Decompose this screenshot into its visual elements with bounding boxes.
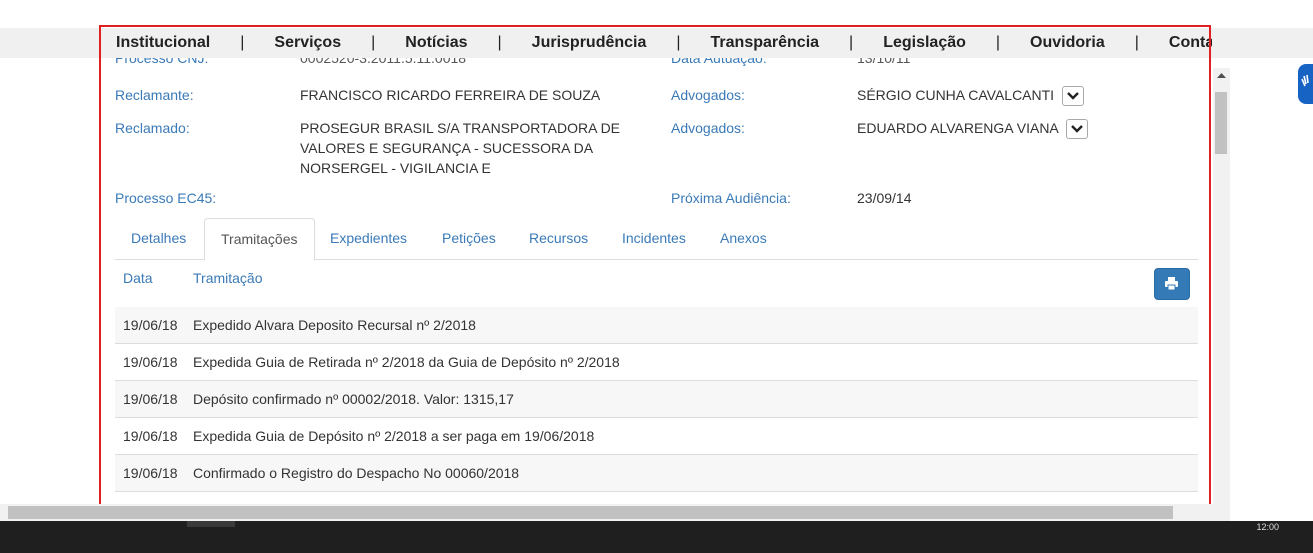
tab-detalhes[interactable]: Detalhes [115, 218, 202, 259]
tab-anexos[interactable]: Anexos [704, 218, 783, 259]
row-tramitacao: Expedida Guia de Depósito nº 2/2018 a se… [193, 428, 595, 444]
table-row: 19/06/18 Expedido Alvara Deposito Recurs… [115, 307, 1198, 344]
process-details-panel: Processo CNJ: 0002520-3.2011.5.11.0018 D… [100, 58, 1212, 504]
reclamado-line-2: VALORES E SEGURANÇA - SUCESSORA DA [300, 140, 594, 156]
vertical-scrollbar[interactable] [1213, 68, 1230, 504]
proxima-audiencia-label: Próxima Audiência: [671, 190, 791, 206]
nav-separator: | [849, 34, 854, 51]
tab-expedientes[interactable]: Expedientes [314, 218, 423, 259]
chevron-down-icon [1071, 125, 1083, 133]
vertical-scroll-thumb[interactable] [1215, 92, 1227, 154]
tab-recursos[interactable]: Recursos [513, 218, 604, 259]
nav-separator: | [676, 34, 681, 51]
row-date: 19/06/18 [123, 317, 178, 333]
nav-jurisprudencia[interactable]: Jurisprudência [516, 34, 663, 52]
advogados-reclamante-dropdown[interactable] [1061, 86, 1084, 107]
nav-servicos[interactable]: Serviços [258, 34, 357, 52]
nav-separator: | [995, 34, 1001, 51]
nav-transparencia[interactable]: Transparência [695, 34, 836, 52]
row-date: 19/06/18 [123, 465, 178, 481]
reclamado-line-3: NORSERGEL - VIGILANCIA E [300, 160, 491, 176]
main-nav: Institucional | Serviços | Notícias | Ju… [100, 28, 1212, 58]
tab-tramitacoes[interactable]: Tramitações [204, 218, 315, 261]
row-tramitacao: Expedido Alvara Deposito Recursal nº 2/2… [193, 317, 476, 333]
accessibility-icon[interactable] [1298, 64, 1313, 104]
table-header: Data Tramitação [115, 260, 1198, 308]
horizontal-scroll-thumb[interactable] [8, 506, 1173, 519]
row-date: 19/06/18 [123, 354, 178, 370]
scroll-up-arrow-icon[interactable] [1217, 72, 1226, 78]
table-row: 19/06/18 Expedida Guia de Retirada nº 2/… [115, 344, 1198, 381]
nav-separator: | [371, 34, 376, 51]
tab-incidentes[interactable]: Incidentes [606, 218, 702, 259]
processo-cnj-value: 0002520-3.2011.5.11.0018 [300, 58, 467, 66]
reclamado-label: Reclamado: [115, 120, 190, 136]
row-date: 19/06/18 [123, 391, 178, 407]
row-tramitacao: Depósito confirmado nº 00002/2018. Valor… [193, 391, 514, 407]
reclamado-line-1: PROSEGUR BRASIL S/A TRANSPORTADORA DE [300, 120, 621, 136]
column-header-data[interactable]: Data [123, 270, 153, 286]
horizontal-scrollbar[interactable] [0, 504, 1230, 521]
print-icon [1165, 277, 1178, 290]
reclamante-value: FRANCISCO RICARDO FERREIRA DE SOUZA [300, 87, 601, 103]
row-tramitacao: Confirmado o Registro do Despacho No 000… [193, 465, 520, 481]
nav-separator: | [240, 34, 245, 51]
print-button[interactable] [1154, 268, 1190, 300]
processo-cnj-label: Processo CNJ: [115, 58, 209, 66]
table-row: 19/06/18 Confirmado o Registro do Despac… [115, 455, 1198, 492]
advogados-reclamante: SÉRGIO CUNHA CAVALCANTI [857, 85, 1084, 107]
proxima-audiencia-value: 23/09/14 [857, 190, 912, 206]
hand-icon [1301, 74, 1309, 87]
nav-institucional[interactable]: Institucional [100, 34, 226, 52]
tab-peticoes[interactable]: Petições [426, 218, 512, 259]
advogados-label: Advogados: [671, 120, 745, 136]
process-tabs: Detalhes Tramitações Expedientes Petiçõe… [115, 218, 1198, 261]
advogados-label: Advogados: [671, 87, 745, 103]
advogados-reclamado-dropdown[interactable] [1065, 119, 1088, 140]
data-autuacao-label: Data Autuação: [671, 58, 767, 66]
data-autuacao-value: 13/10/11 [857, 58, 911, 66]
reclamante-label: Reclamante: [115, 87, 194, 103]
taskbar-app[interactable] [187, 521, 235, 527]
table-row: 19/06/18 Expedida Guia de Depósito nº 2/… [115, 418, 1198, 455]
row-date: 19/06/18 [123, 428, 178, 444]
nav-contato[interactable]: Contato [1153, 34, 1212, 52]
advogado-reclamante-name: SÉRGIO CUNHA CAVALCANTI [857, 87, 1055, 103]
nav-legislacao[interactable]: Legislação [867, 34, 982, 52]
processo-ec45-label: Processo EC45: [115, 190, 217, 206]
chevron-down-icon [1067, 92, 1079, 100]
column-header-tramitacao[interactable]: Tramitação [193, 270, 263, 286]
nav-noticias[interactable]: Notícias [389, 34, 483, 52]
nav-separator: | [1134, 34, 1139, 51]
advogados-reclamado: EDUARDO ALVARENGA VIANA [857, 118, 1088, 140]
table-row: 19/06/18 Depósito confirmado nº 00002/20… [115, 381, 1198, 418]
taskbar: 12:00 [0, 521, 1313, 553]
advogado-reclamado-name: EDUARDO ALVARENGA VIANA [857, 120, 1058, 136]
row-tramitacao: Expedida Guia de Retirada nº 2/2018 da G… [193, 354, 620, 370]
nav-separator: | [497, 34, 502, 51]
taskbar-clock: 12:00 [1256, 522, 1279, 532]
nav-ouvidoria[interactable]: Ouvidoria [1014, 34, 1121, 52]
